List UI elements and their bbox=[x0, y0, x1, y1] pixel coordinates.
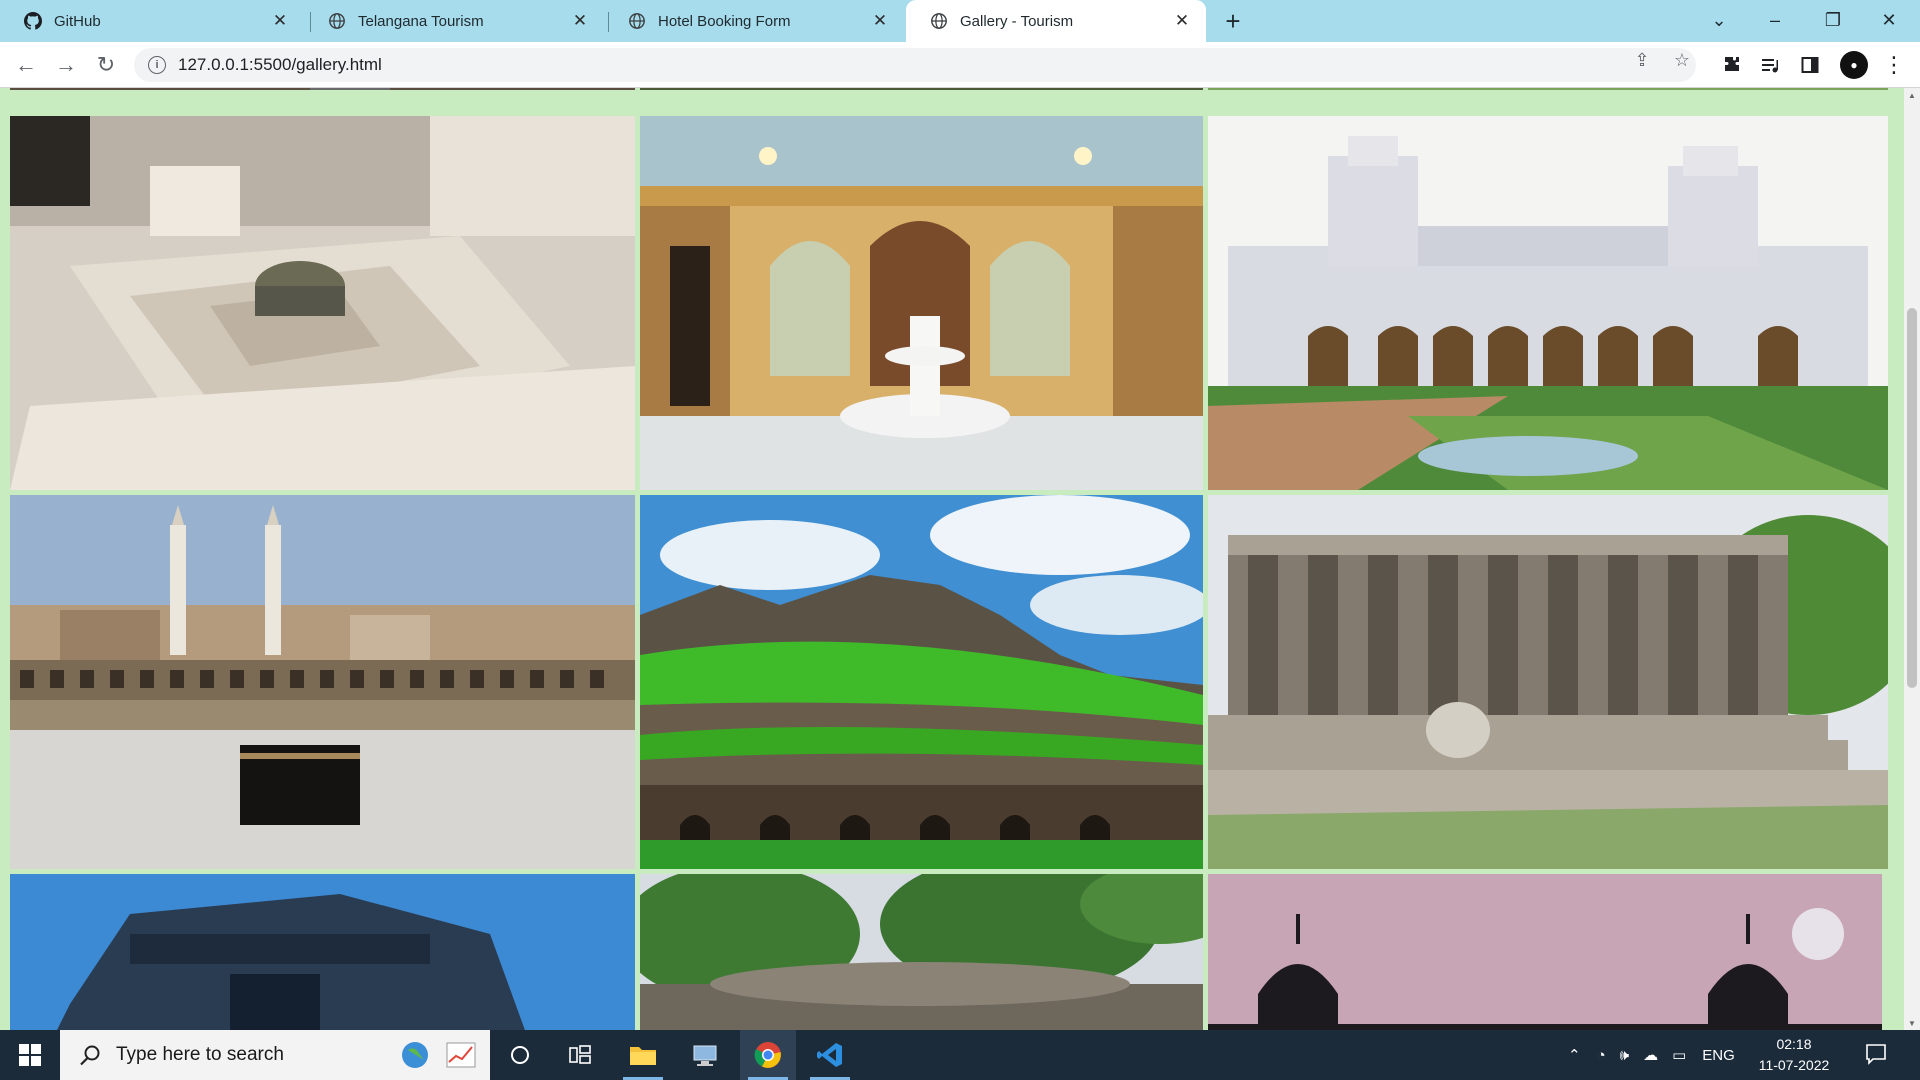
chart-widget-icon bbox=[446, 1042, 476, 1068]
chrome-icon[interactable] bbox=[740, 1030, 796, 1080]
menu-kebab-icon[interactable]: ⋮ bbox=[1880, 51, 1908, 79]
gallery-image-tomb[interactable] bbox=[10, 116, 635, 490]
tab-title: Telangana Tourism bbox=[358, 12, 484, 30]
tab-title: Gallery - Tourism bbox=[960, 12, 1074, 30]
cortana-circle-icon[interactable] bbox=[492, 1030, 548, 1080]
tab-title: GitHub bbox=[54, 12, 101, 30]
scrollbar-thumb[interactable] bbox=[1907, 308, 1917, 688]
window-close-icon[interactable]: ✕ bbox=[1862, 0, 1916, 40]
gallery-image-thousand-pillar-temple[interactable] bbox=[1208, 495, 1888, 869]
volume-icon[interactable]: 🕪 bbox=[1620, 1047, 1629, 1064]
tab-github[interactable]: GitHub ✕ bbox=[0, 0, 304, 42]
close-icon[interactable]: ✕ bbox=[1172, 11, 1192, 31]
site-info-icon[interactable]: i bbox=[148, 56, 166, 74]
close-icon[interactable]: ✕ bbox=[570, 11, 590, 31]
system-tray: ⌃ ◔ 🕪 ☁ ▭ ENG bbox=[1568, 1030, 1735, 1080]
notifications-icon[interactable] bbox=[1864, 1042, 1890, 1068]
close-icon[interactable]: ✕ bbox=[270, 11, 290, 31]
gallery-image-stone-temple[interactable] bbox=[10, 874, 635, 1030]
clock-time: 02:18 bbox=[1776, 1036, 1812, 1052]
gallery-image-mosque[interactable] bbox=[10, 495, 635, 869]
clock-date: 11-07-2022 bbox=[1758, 1057, 1830, 1073]
media-queue-icon[interactable] bbox=[1756, 51, 1784, 79]
search-placeholder: Type here to search bbox=[116, 1044, 284, 1065]
battery-icon[interactable]: ▭ bbox=[1672, 1046, 1686, 1064]
gallery-image-stepwell[interactable] bbox=[640, 874, 1203, 1030]
tab-title: Hotel Booking Form bbox=[658, 12, 791, 30]
extensions-puzzle-icon[interactable] bbox=[1718, 51, 1746, 79]
gallery-image-partial[interactable] bbox=[10, 88, 635, 90]
browser-toolbar: ← → ↻ i 127.0.0.1:5500/gallery.html ⇪ ☆ … bbox=[0, 42, 1920, 88]
globe-icon bbox=[329, 13, 345, 29]
globe-icon bbox=[931, 13, 947, 29]
minimize-icon[interactable]: – bbox=[1748, 0, 1802, 40]
search-icon bbox=[80, 1045, 100, 1066]
language-indicator[interactable]: ENG bbox=[1702, 1047, 1735, 1064]
vscode-icon[interactable] bbox=[802, 1030, 858, 1080]
restore-icon[interactable]: ❐ bbox=[1806, 0, 1860, 40]
tab-strip: GitHub ✕ Telangana Tourism ✕ Hotel Booki… bbox=[0, 0, 1920, 42]
windows-start-icon[interactable] bbox=[0, 1030, 60, 1080]
gallery-image-palace-hall[interactable] bbox=[640, 116, 1203, 490]
gallery-image-palace-dusk[interactable] bbox=[1208, 874, 1882, 1030]
gallery-image-golconda-fort[interactable] bbox=[640, 495, 1203, 869]
globe-widget-icon bbox=[402, 1042, 428, 1068]
taskbar-clock[interactable]: 02:18 11-07-2022 bbox=[1752, 1034, 1836, 1076]
reload-icon[interactable]: ↻ bbox=[90, 49, 122, 81]
task-view-icon[interactable] bbox=[552, 1030, 608, 1080]
onedrive-cloud-icon[interactable]: ☁ bbox=[1643, 1046, 1658, 1064]
show-hidden-icons-chevron-icon[interactable]: ⌃ bbox=[1568, 1046, 1581, 1064]
page-scrollbar[interactable]: ▲ ▼ bbox=[1904, 88, 1920, 1030]
gallery-image-chowmahalla-palace[interactable] bbox=[1208, 116, 1888, 490]
url-text: 127.0.0.1:5500/gallery.html bbox=[178, 55, 382, 74]
scroll-up-arrow-icon[interactable]: ▲ bbox=[1907, 90, 1917, 100]
wifi-icon[interactable]: ◔ bbox=[1597, 1047, 1606, 1064]
tab-gallery-tourism[interactable]: Gallery - Tourism ✕ bbox=[906, 0, 1206, 42]
share-icon[interactable]: ⇪ bbox=[1632, 50, 1652, 70]
tab-telangana-tourism[interactable]: Telangana Tourism ✕ bbox=[304, 0, 604, 42]
github-icon bbox=[24, 12, 42, 30]
windows-taskbar: Type here to search ⌃ ◔ 🕪 ☁ ▭ ENG 02:18 … bbox=[0, 1030, 1920, 1080]
back-arrow-icon[interactable]: ← bbox=[10, 49, 42, 81]
globe-icon bbox=[629, 13, 645, 29]
scroll-down-arrow-icon[interactable]: ▼ bbox=[1907, 1018, 1917, 1028]
new-tab-button[interactable]: + bbox=[1218, 6, 1248, 36]
forward-arrow-icon[interactable]: → bbox=[50, 49, 82, 81]
address-bar[interactable]: i 127.0.0.1:5500/gallery.html bbox=[134, 48, 1696, 82]
gallery-page bbox=[0, 88, 1904, 1030]
gallery-image-partial[interactable] bbox=[640, 88, 1203, 90]
gallery-image-partial[interactable] bbox=[1208, 88, 1888, 90]
side-panel-icon[interactable] bbox=[1796, 51, 1824, 79]
bookmark-star-icon[interactable]: ☆ bbox=[1672, 50, 1692, 70]
close-icon[interactable]: ✕ bbox=[870, 11, 890, 31]
file-explorer-icon[interactable] bbox=[615, 1030, 671, 1080]
remote-desktop-icon[interactable] bbox=[677, 1030, 733, 1080]
taskbar-search-box[interactable]: Type here to search bbox=[60, 1030, 490, 1080]
tab-search-chevron-icon[interactable]: ⌄ bbox=[1692, 0, 1746, 40]
tab-hotel-booking-form[interactable]: Hotel Booking Form ✕ bbox=[604, 0, 904, 42]
profile-avatar[interactable]: ● bbox=[1840, 51, 1868, 79]
